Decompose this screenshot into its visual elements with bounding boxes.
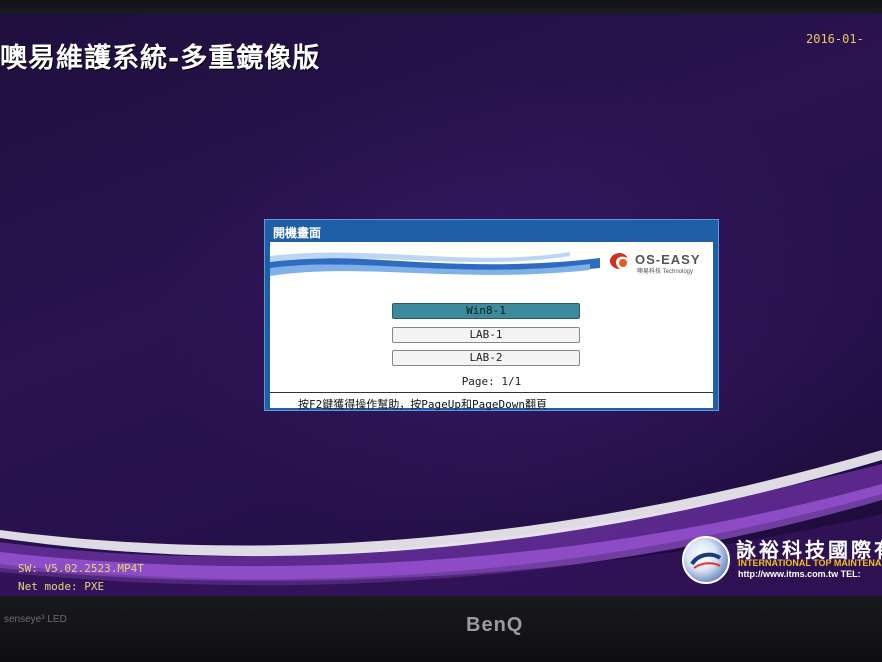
dialog-divider <box>270 392 713 393</box>
date-display: 2016-01- <box>806 32 864 46</box>
boot-screen: 噢易維護系統-多重鏡像版 2016-01- SW: V5.02.2523.MP4… <box>0 14 882 596</box>
dialog-body: OS-EASY 噢易科技 Technology Win8-1 LAB-1 LAB… <box>270 242 713 411</box>
software-version: SW: V5.02.2523.MP4T <box>18 562 144 575</box>
menu-item-lab-1[interactable]: LAB-1 <box>392 327 580 343</box>
os-easy-logo-icon <box>610 253 628 269</box>
company-url: http://www.itms.com.tw TEL: <box>738 569 861 579</box>
dialog-banner: OS-EASY 噢易科技 Technology <box>270 242 713 280</box>
boot-menu-dialog: 開機畫面 OS-EASY 噢易科技 Technology Win8-1 LAB-… <box>264 219 719 411</box>
os-easy-logo-text: OS-EASY <box>635 252 701 267</box>
monitor-bezel-bottom: senseye³ LED BenQ <box>0 596 882 662</box>
menu-item-win8-1[interactable]: Win8-1 <box>392 303 580 319</box>
os-easy-logo-subtitle: 噢易科技 Technology <box>637 269 694 275</box>
dialog-title: 開機畫面 <box>273 226 322 240</box>
system-title: 噢易維護系統-多重鏡像版 <box>0 43 321 74</box>
network-mode: Net mode: PXE <box>18 580 105 593</box>
menu-item-lab-2[interactable]: LAB-2 <box>392 350 580 366</box>
senseye-label: senseye³ LED <box>4 614 67 625</box>
monitor-bezel-top <box>0 0 882 14</box>
benq-logo: BenQ <box>466 614 524 636</box>
page-indicator: Page: 1/1 <box>461 375 522 388</box>
help-text: 按F2鍵獲得操作幫助，按PageUp和PageDown翻頁 <box>298 398 547 411</box>
company-name-en: INTERNATIONAL TOP MAINTENAN <box>738 558 882 568</box>
itms-logo-icon <box>682 536 730 584</box>
